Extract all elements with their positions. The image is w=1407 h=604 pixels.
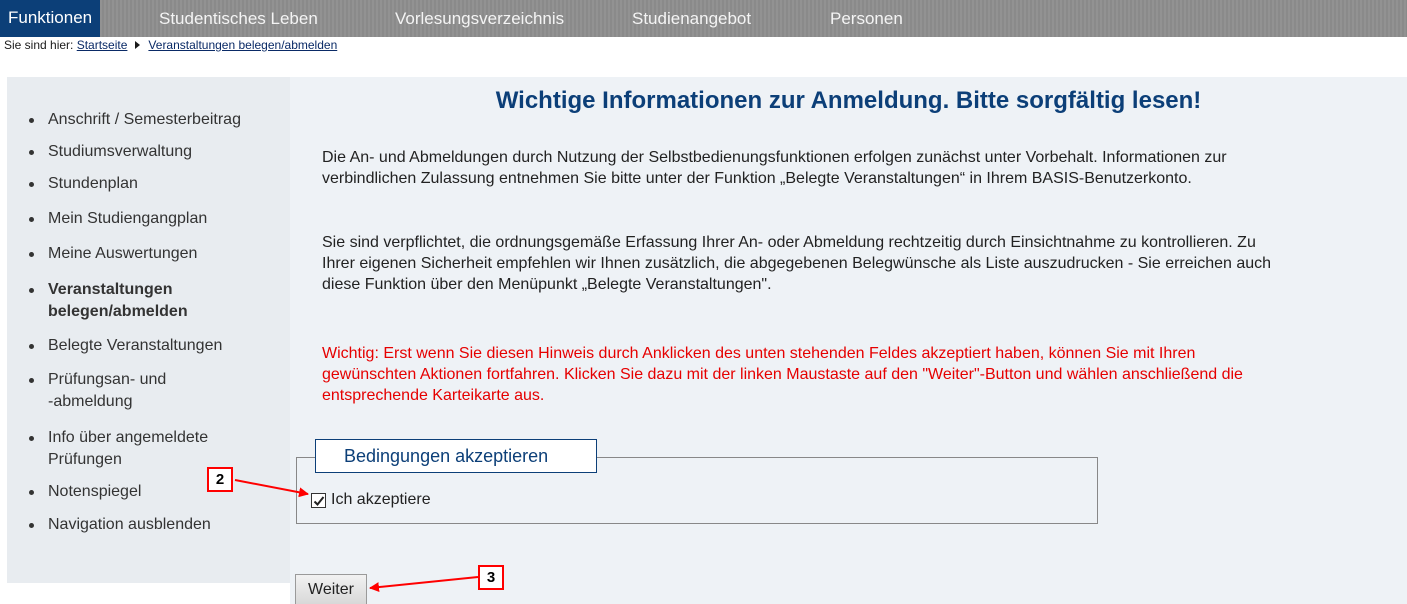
annotation-arrows <box>234 479 479 593</box>
annotation-arrow-3 <box>369 576 479 593</box>
annotation-arrow-2 <box>234 479 309 498</box>
